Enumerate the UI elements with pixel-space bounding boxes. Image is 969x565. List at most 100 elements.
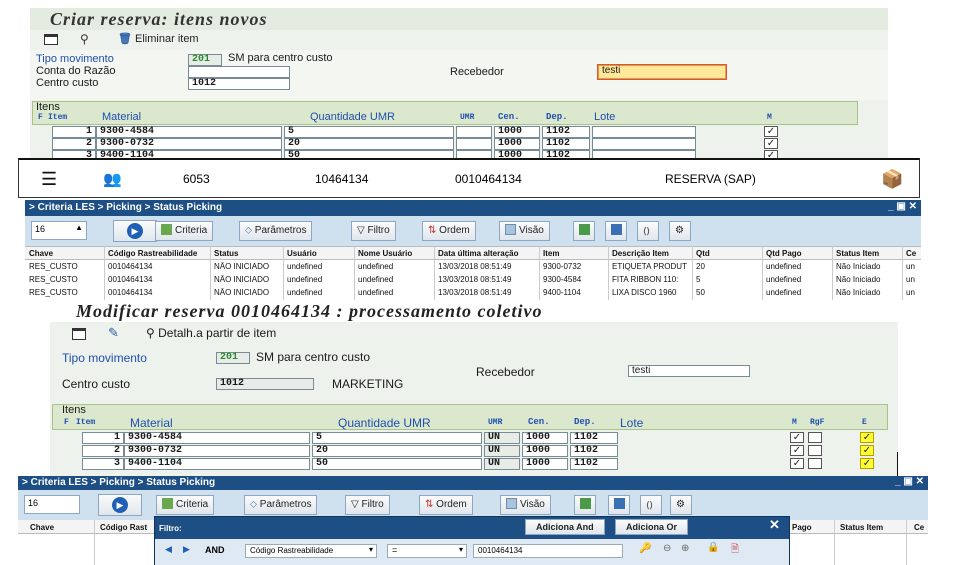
col-m: M [792,418,797,427]
menu-list-icon[interactable]: ☰ [41,170,57,188]
grid-col-header[interactable]: Qtd [696,249,710,258]
center-field[interactable]: 1000 [522,458,568,470]
gl-account-field[interactable] [188,66,290,78]
m-checkbox[interactable]: ✓ [790,445,804,456]
remove-icon[interactable]: ⊖ [663,543,671,554]
left-arrow-icon[interactable]: ◀ [165,544,172,555]
order-button[interactable]: ⇅ Ordem [422,221,476,241]
view-icon [506,498,517,509]
quantity-field[interactable]: 5 [284,126,454,138]
boxes-icon[interactable]: 📦 [881,169,903,190]
key-icon[interactable]: 🔑 [639,543,651,554]
page-size-select[interactable]: 16 ▲ [31,221,87,240]
delete-item-button[interactable]: 🗑 Eliminar item [118,32,199,45]
material-field[interactable]: 9400-1104 [124,458,310,470]
grid-col-header[interactable]: Chave [29,249,53,258]
grid-col-header[interactable]: Usuário [287,249,317,258]
rgf-checkbox[interactable] [808,458,822,469]
e-checkbox[interactable]: ✓ [860,432,874,443]
filter-icon: ▽ [351,499,362,510]
m-checkbox[interactable]: ✓ [790,432,804,443]
quantity-field[interactable]: 20 [312,445,482,457]
new-document-icon[interactable] [44,34,58,45]
page-size-select[interactable]: 16 [24,495,80,514]
view-button[interactable]: Visão [499,221,550,241]
m-checkbox[interactable]: ✓ [790,458,804,469]
e-checkbox[interactable]: ✓ [860,458,874,469]
document-icon[interactable]: 🗎 [731,542,739,559]
storage-field[interactable]: 1102 [542,138,590,150]
order-button[interactable]: ⇅ Ordem [419,495,473,515]
material-field[interactable]: 9300-0732 [96,138,282,150]
config-icon[interactable]: ⚙ [669,221,691,241]
export-excel-icon[interactable] [573,221,595,241]
export-excel-icon[interactable] [574,495,596,515]
quantity-field[interactable]: 20 [284,138,454,150]
grid-col-header[interactable]: Qtd Pago [766,249,802,258]
grid-col-header[interactable]: Status Item [836,249,879,258]
recipient-field[interactable]: testi [597,64,727,80]
batch-field[interactable] [592,138,696,150]
display-magnifier-icon[interactable]: ⚲ [80,32,102,46]
config-icon[interactable]: ⚙ [670,495,692,515]
filter-button[interactable]: ▽ Filtro [351,221,396,241]
umr-field[interactable] [456,138,492,150]
add-icon[interactable]: ⊕ [681,543,689,554]
save-icon[interactable] [605,221,627,241]
grid-col-header[interactable]: Código Rastreabilidade [108,249,197,258]
window-controls-icon[interactable]: _ ▣ ✕ [895,476,924,487]
center-field[interactable]: 1000 [494,126,540,138]
criteria-button[interactable]: Criteria [155,221,214,241]
code-icon[interactable]: ⟨⟩ [640,495,662,515]
storage-field[interactable]: 1102 [570,445,618,457]
run-button[interactable]: ▶ [98,494,142,516]
m-checkbox[interactable]: ✓ [764,138,778,149]
grid-col-header[interactable]: Descrição Item [612,249,669,258]
quantity-field[interactable]: 50 [312,458,482,470]
filter-button[interactable]: ▽ Filtro [345,495,390,515]
view-button[interactable]: Visão [500,495,551,515]
center-field[interactable]: 1000 [494,138,540,150]
center-field[interactable]: 1000 [522,445,568,457]
window-controls-icon[interactable]: _ ▣ ✕ [888,201,917,212]
material-field[interactable]: 9300-0732 [124,445,310,457]
detail-from-item-button[interactable]: ⚲ Detalh.a partir de item [146,326,276,340]
rgf-checkbox[interactable] [808,445,822,456]
field-select[interactable]: Código Rastreabilidade ▾ [245,544,377,558]
storage-field[interactable]: 1102 [570,458,618,470]
material-field[interactable]: 9300-4584 [96,126,282,138]
e-checkbox[interactable]: ✓ [860,445,874,456]
run-button[interactable]: ▶ [113,220,157,242]
center-field[interactable]: 1000 [522,432,568,444]
quantity-field[interactable]: 5 [312,432,482,444]
close-icon[interactable]: ✕ [769,517,780,533]
right-arrow-icon[interactable]: ▶ [183,544,190,555]
add-and-button[interactable]: Adiciona And [525,519,605,535]
comparator-select[interactable]: = ▾ [387,544,467,558]
new-document-icon[interactable] [72,328,86,340]
grid-col-header[interactable]: Ce [906,249,916,258]
cost-center-field[interactable]: 1012 [188,78,290,90]
movement-type-description: SM para centro custo [228,52,333,64]
recipient-field[interactable]: testi [628,365,750,377]
code-icon[interactable]: ⟨⟩ [637,221,659,241]
grid-col-header[interactable]: Item [543,249,559,258]
rgf-checkbox[interactable] [808,432,822,443]
criteria-button[interactable]: Criteria [156,495,215,515]
umr-field[interactable] [456,126,492,138]
parameters-button[interactable]: ⬦ Parâmetros [244,495,318,515]
storage-field[interactable]: 1102 [570,432,618,444]
filter-value-input[interactable]: 0010464134 [473,544,623,558]
save-icon[interactable] [608,495,630,515]
grid-col-header[interactable]: Nome Usuário [358,249,412,258]
add-or-button[interactable]: Adiciona Or [615,519,689,535]
storage-field[interactable]: 1102 [542,126,590,138]
parameters-button[interactable]: ⬦ Parâmetros [239,221,313,241]
edit-pencil-icon[interactable]: ✎ [108,325,119,341]
material-field[interactable]: 9300-4584 [124,432,310,444]
grid-col-header[interactable]: Status [214,249,238,258]
lock-icon[interactable]: 🔒 [707,542,719,553]
grid-col-header[interactable]: Data última alteração [438,249,518,258]
batch-field[interactable] [592,126,696,138]
m-checkbox[interactable]: ✓ [764,126,778,137]
